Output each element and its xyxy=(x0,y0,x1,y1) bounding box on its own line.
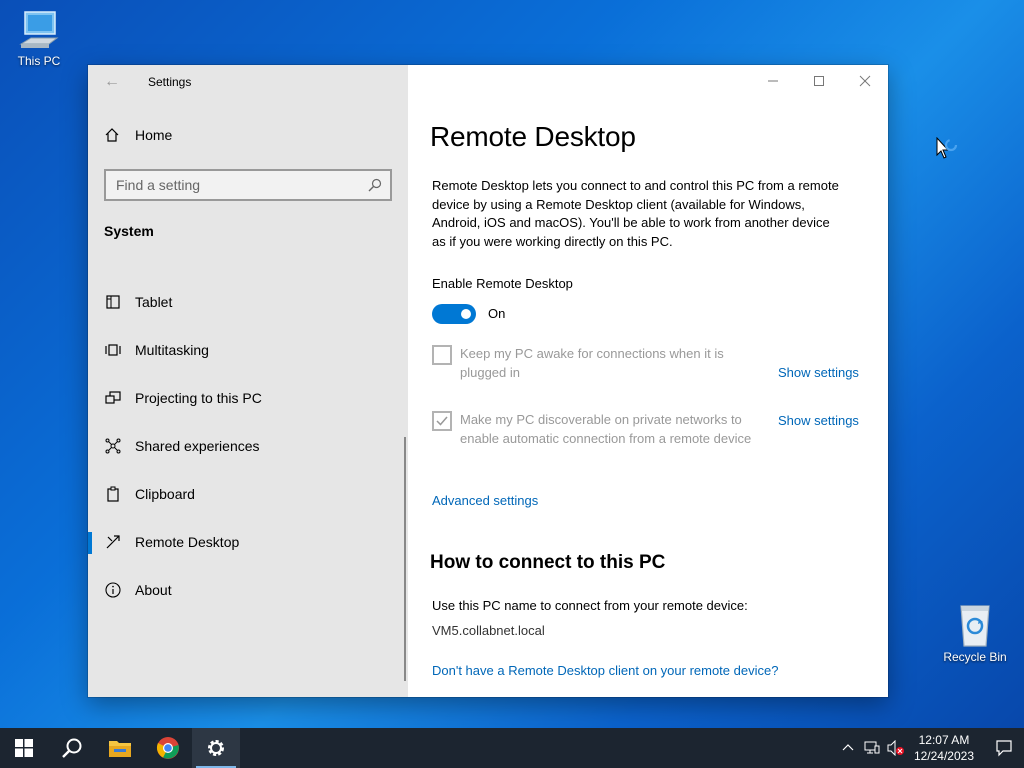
sidebar-item-tablet[interactable]: Tablet xyxy=(88,278,408,326)
sidebar-item-label: Remote Desktop xyxy=(135,534,240,550)
page-description: Remote Desktop lets you connect to and c… xyxy=(432,178,839,249)
keep-awake-label: Keep my PC awake for connections when it… xyxy=(460,346,724,380)
title-bar: ← Settings xyxy=(88,65,408,99)
discoverable-option: Make my PC discoverable on private netwo… xyxy=(432,411,766,448)
page-title: Remote Desktop xyxy=(430,121,636,152)
maximize-button[interactable] xyxy=(796,65,842,97)
sidebar-item-label: About xyxy=(135,582,172,598)
volume-muted-icon xyxy=(887,740,904,756)
network-icon xyxy=(864,741,880,754)
keep-awake-option: Keep my PC awake for connections when it… xyxy=(432,345,766,382)
close-icon xyxy=(859,75,871,87)
enable-remote-desktop-toggle[interactable] xyxy=(432,304,476,324)
settings-taskbar-button[interactable] xyxy=(192,728,240,768)
search-icon[interactable] xyxy=(368,178,382,192)
sidebar-item-label: Shared experiences xyxy=(135,438,260,454)
show-hidden-icons-button[interactable] xyxy=(836,742,860,754)
nav-home-label: Home xyxy=(135,127,173,143)
checkmark-icon xyxy=(436,416,448,426)
show-settings-link-1[interactable]: Show settings xyxy=(778,365,859,380)
projecting-icon xyxy=(104,389,122,407)
advanced-settings-link[interactable]: Advanced settings xyxy=(432,493,538,508)
sidebar-item-label: Projecting to this PC xyxy=(135,390,262,406)
computer-icon xyxy=(19,11,59,48)
start-button[interactable] xyxy=(0,728,48,768)
sidebar-item-shared-experiences[interactable]: Shared experiences xyxy=(88,422,408,470)
network-button[interactable] xyxy=(860,741,884,755)
sidebar-scrollbar[interactable] xyxy=(404,437,406,681)
home-icon xyxy=(105,128,119,142)
info-icon xyxy=(104,581,122,599)
sidebar-item-label: Clipboard xyxy=(135,486,195,502)
sidebar-item-multitasking[interactable]: Multitasking xyxy=(88,326,408,374)
multitasking-icon xyxy=(104,341,122,359)
search-icon xyxy=(62,738,82,758)
clock-date: 12/24/2023 xyxy=(913,749,974,763)
toggle-state-label: On xyxy=(488,306,506,321)
chrome-button[interactable] xyxy=(144,728,192,768)
sidebar-nav-list: Tablet Multitasking Projecting to this P… xyxy=(88,278,408,614)
settings-window: ← Settings Home System Tablet xyxy=(88,65,888,697)
this-pc-label: This PC xyxy=(17,54,61,68)
busy-cursor-icon xyxy=(936,137,958,159)
back-arrow-icon[interactable]: ← xyxy=(104,73,124,91)
sidebar-item-label: Tablet xyxy=(135,294,173,310)
search-taskbar-button[interactable] xyxy=(48,728,96,768)
pc-name-value: VM5.collabnet.local xyxy=(432,623,545,638)
keep-awake-checkbox[interactable] xyxy=(432,345,452,365)
this-pc-desktop-icon[interactable]: This PC xyxy=(4,8,74,68)
recycle-bin-label: Recycle Bin xyxy=(943,650,1007,664)
volume-button[interactable] xyxy=(884,740,908,756)
clock-time: 12:07 AM xyxy=(918,733,970,747)
discoverable-checkbox[interactable] xyxy=(432,411,452,431)
window-controls xyxy=(750,65,888,97)
shared-experiences-icon xyxy=(104,437,122,455)
chrome-icon xyxy=(156,737,179,759)
section-label-system: System xyxy=(104,223,154,239)
search-input[interactable] xyxy=(116,177,368,193)
search-box[interactable] xyxy=(104,169,392,201)
close-button[interactable] xyxy=(842,65,888,97)
gear-icon xyxy=(208,740,224,756)
sidebar-item-remote-desktop[interactable]: Remote Desktop xyxy=(88,518,408,566)
how-to-connect-heading: How to connect to this PC xyxy=(430,552,666,573)
minimize-button[interactable] xyxy=(750,65,796,97)
remote-desktop-icon xyxy=(104,533,122,551)
system-tray: 12:07 AM 12/24/2023 xyxy=(836,728,1024,768)
sidebar-item-clipboard[interactable]: Clipboard xyxy=(88,470,408,518)
taskbar: 12:07 AM 12/24/2023 xyxy=(0,728,1024,768)
windows-logo-icon xyxy=(15,739,33,757)
clipboard-icon xyxy=(104,485,122,503)
sidebar-item-projecting[interactable]: Projecting to this PC xyxy=(88,374,408,422)
chevron-up-icon xyxy=(842,744,854,751)
action-center-button[interactable] xyxy=(984,739,1024,757)
file-explorer-button[interactable] xyxy=(96,728,144,768)
notification-icon xyxy=(996,740,1012,757)
enable-remote-desktop-label: Enable Remote Desktop xyxy=(432,276,573,291)
no-client-link[interactable]: Don't have a Remote Desktop client on yo… xyxy=(432,663,778,678)
connect-instruction: Use this PC name to connect from your re… xyxy=(432,598,748,613)
window-title: Settings xyxy=(148,75,192,89)
sidebar-item-label: Multitasking xyxy=(135,342,209,358)
sidebar-item-about[interactable]: About xyxy=(88,566,408,614)
maximize-icon xyxy=(814,76,824,86)
remote-desktop-page: Remote Desktop Remote Desktop lets you c… xyxy=(408,65,888,697)
clock[interactable]: 12:07 AM 12/24/2023 xyxy=(914,732,974,764)
show-settings-link-2[interactable]: Show settings xyxy=(778,413,859,428)
settings-sidebar: ← Settings Home System Tablet xyxy=(88,65,408,697)
recycle-bin-icon xyxy=(960,605,990,647)
recycle-bin-desktop-icon[interactable]: Recycle Bin xyxy=(940,602,1010,664)
tablet-icon xyxy=(104,293,122,311)
discoverable-label: Make my PC discoverable on private netwo… xyxy=(460,412,752,446)
minimize-icon xyxy=(768,80,778,82)
nav-home[interactable]: Home xyxy=(104,127,172,143)
folder-icon xyxy=(109,741,131,757)
